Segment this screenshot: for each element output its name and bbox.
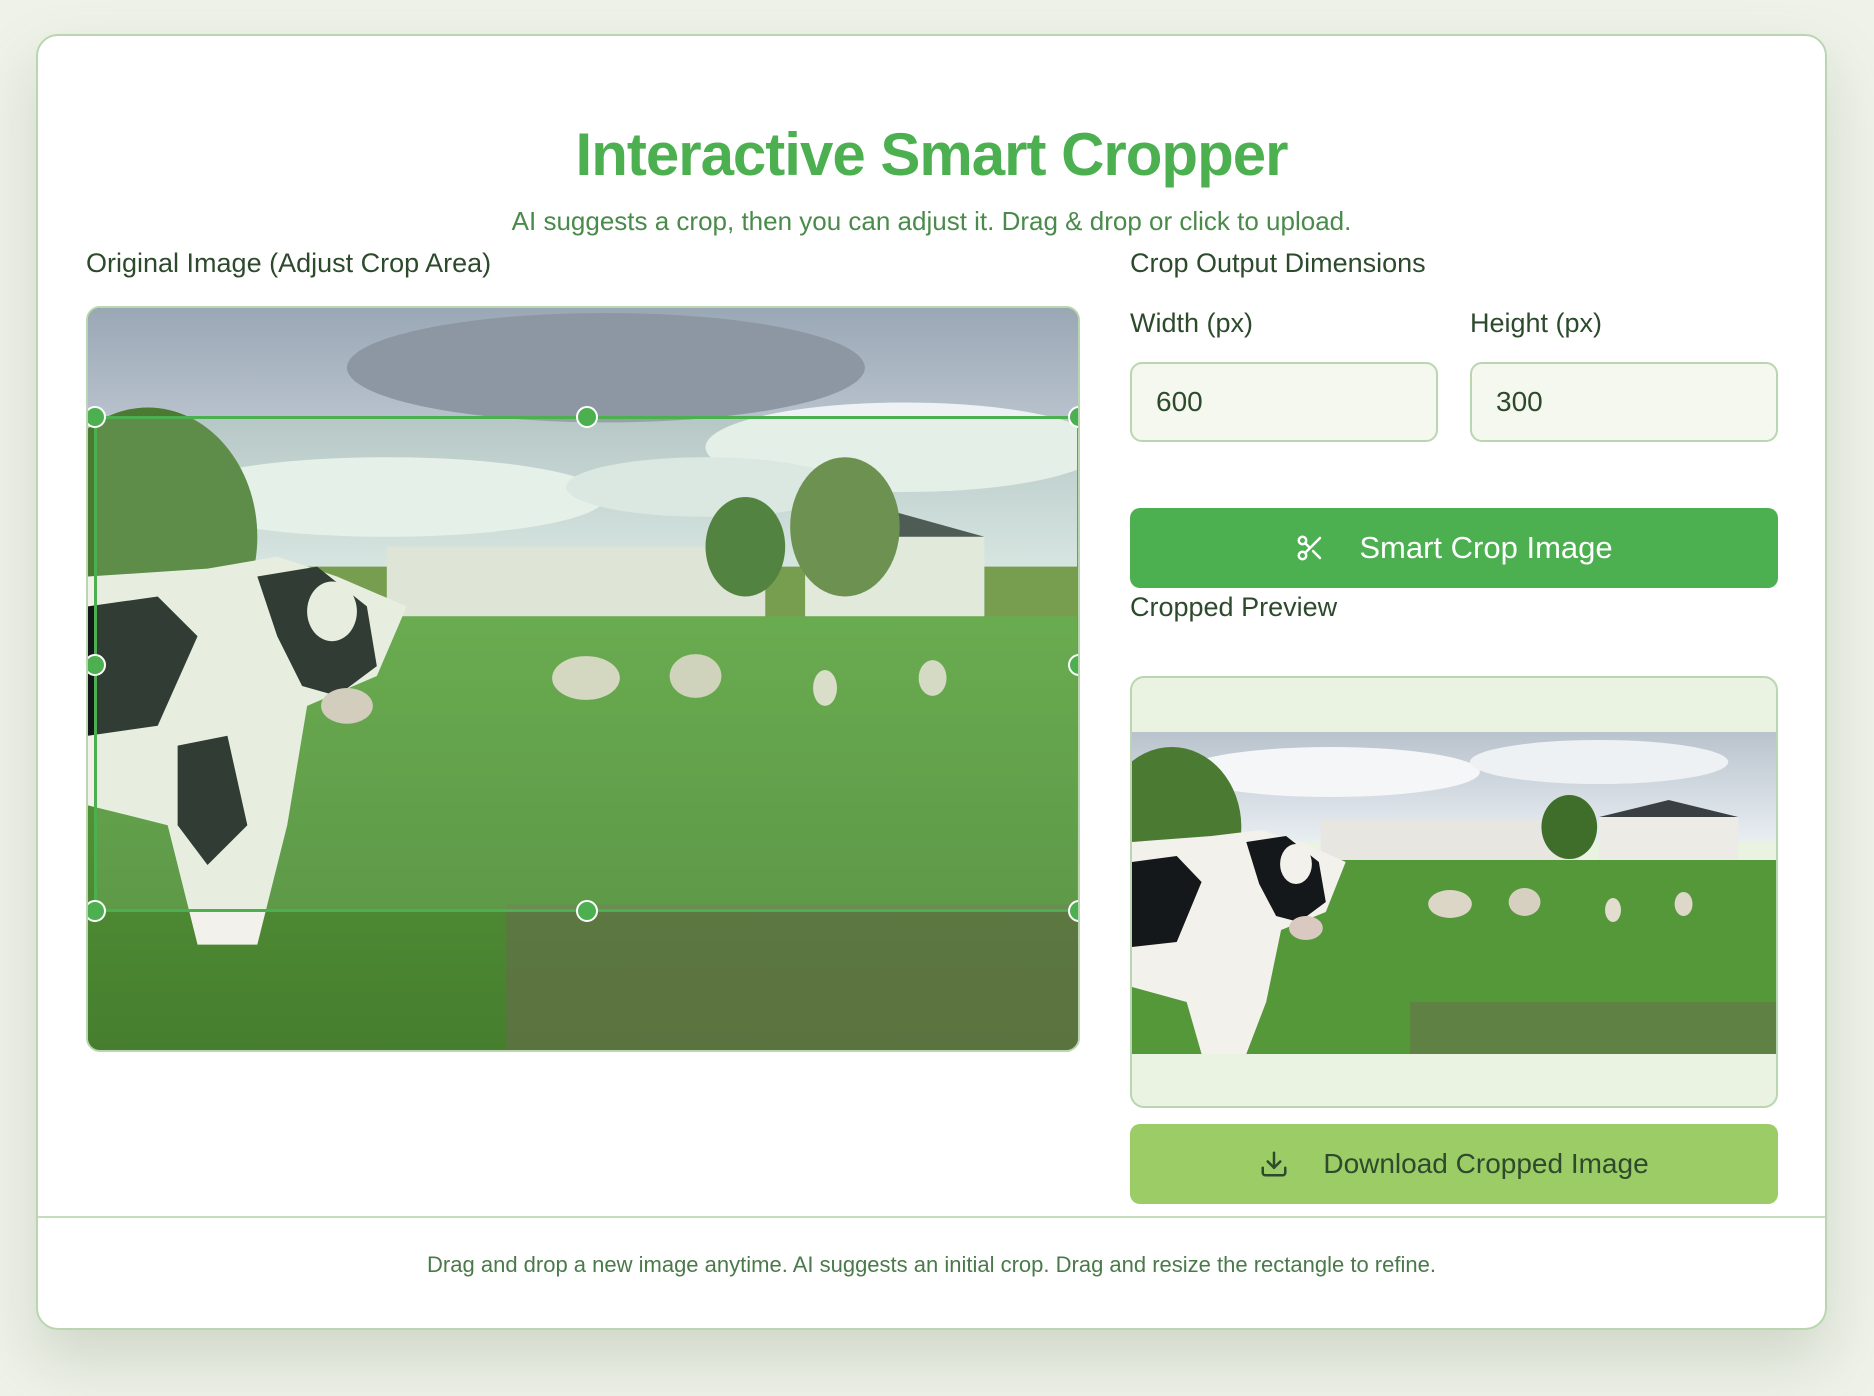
cropped-preview (1130, 676, 1778, 1108)
height-label: Height (px) (1470, 308, 1603, 338)
crop-handle-bottom[interactable] (576, 900, 598, 922)
smart-crop-button[interactable]: Smart Crop Image (1130, 508, 1778, 588)
original-image-dropzone[interactable] (86, 306, 1080, 1052)
preview-image (1132, 732, 1776, 1054)
page-title: Interactive Smart Cropper (575, 121, 1289, 188)
download-label: Download Cropped Image (1323, 1148, 1649, 1179)
footer-divider (38, 1216, 1825, 1218)
height-input[interactable] (1470, 362, 1778, 442)
page-subtitle: AI suggests a crop, then you can adjust … (511, 206, 1352, 236)
download-icon (1259, 1149, 1289, 1179)
preview-label: Cropped Preview (1130, 592, 1338, 622)
original-image-label: Original Image (Adjust Crop Area) (86, 248, 492, 278)
crop-handle-right[interactable] (1068, 654, 1078, 676)
crop-handle-left[interactable] (88, 654, 106, 676)
crop-handle-top[interactable] (576, 406, 598, 428)
smart-crop-label: Smart Crop Image (1359, 530, 1613, 565)
width-input[interactable] (1130, 362, 1438, 442)
crop-handle-top-left[interactable] (88, 406, 106, 428)
dimensions-section-label: Crop Output Dimensions (1130, 248, 1426, 278)
width-label: Width (px) (1130, 308, 1254, 338)
scissors-icon (1295, 533, 1325, 563)
footer-hint: Drag and drop a new image anytime. AI su… (427, 1252, 1436, 1277)
cropper-card: Interactive Smart Cropper AI suggests a … (36, 34, 1827, 1330)
crop-rectangle[interactable] (88, 406, 1078, 922)
crop-handle-top-right[interactable] (1068, 406, 1078, 428)
download-button[interactable]: Download Cropped Image (1130, 1124, 1778, 1204)
